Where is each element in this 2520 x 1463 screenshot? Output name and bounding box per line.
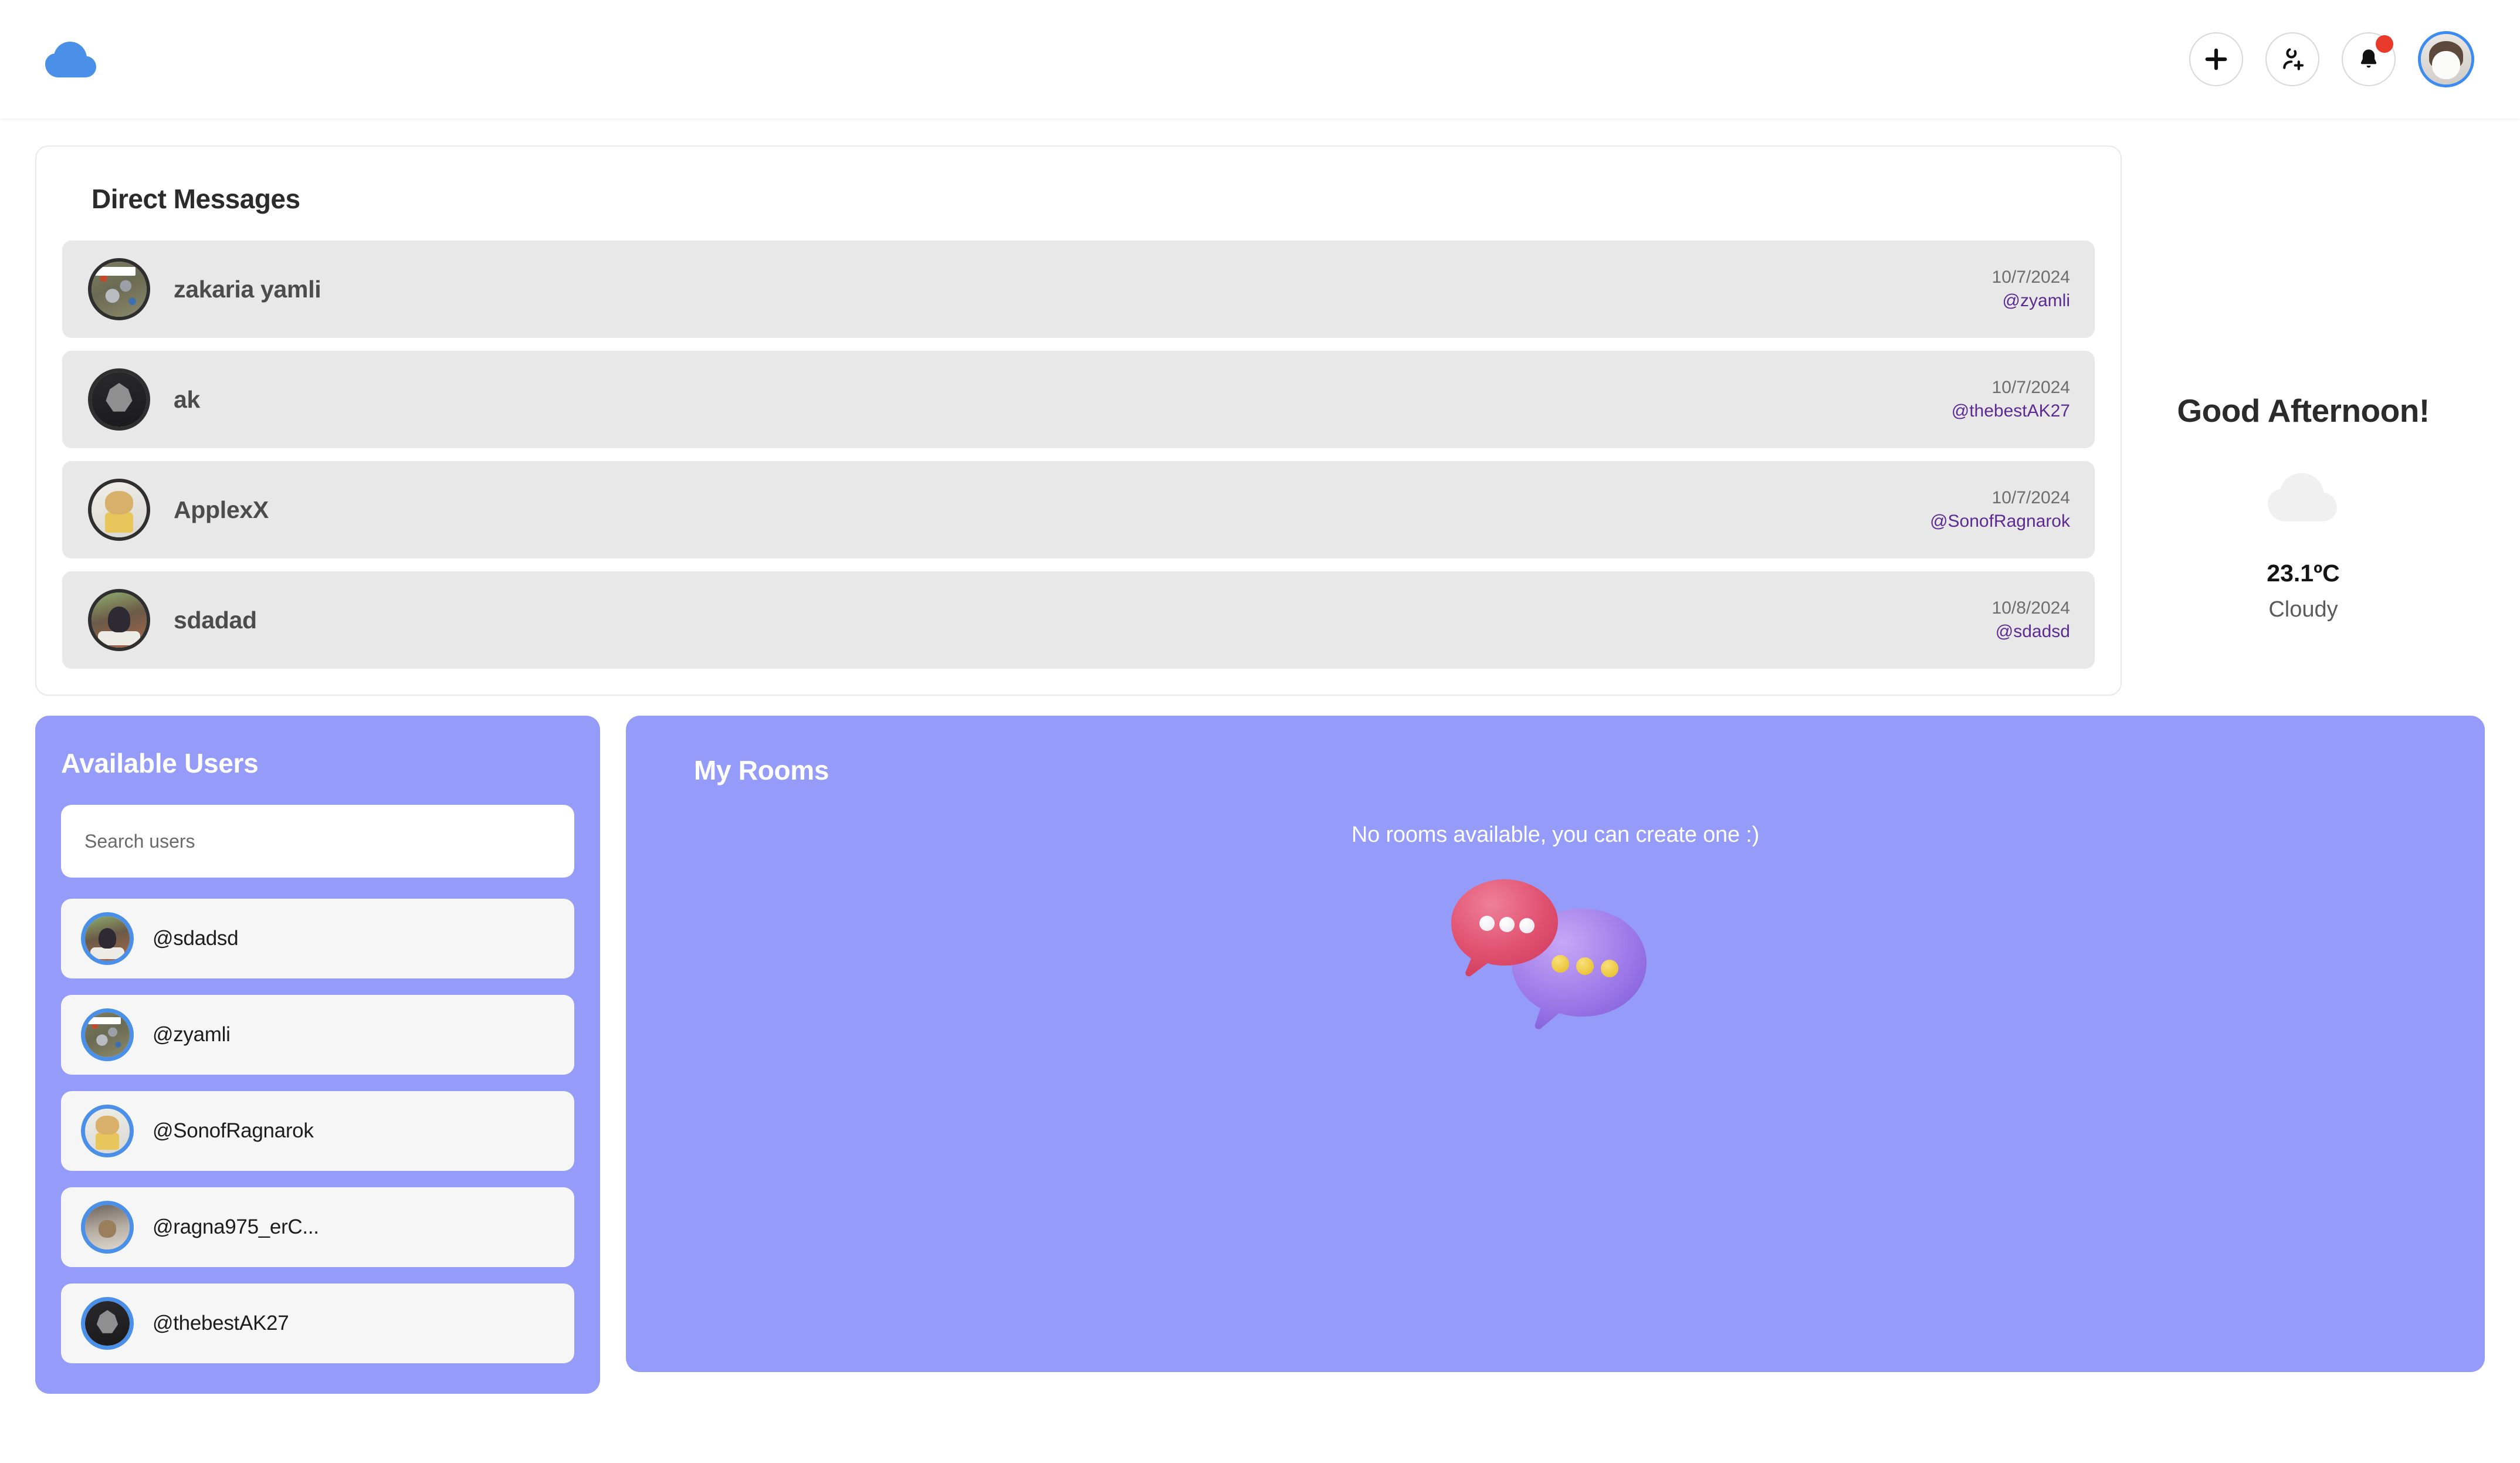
dm-meta: 10/7/2024 @zyamli xyxy=(1992,266,2070,312)
add-button[interactable] xyxy=(2189,32,2243,86)
dm-name: sdadad xyxy=(174,606,257,634)
weather-widget: Good Afternoon! 23.1ºC Cloudy xyxy=(2122,145,2485,622)
empty-state-illustration-wrap xyxy=(661,869,2450,1062)
my-rooms-panel: My Rooms No rooms available, you can cre… xyxy=(626,716,2485,1372)
list-item[interactable]: @thebestAK27 xyxy=(61,1283,574,1363)
user-avatar xyxy=(81,1105,134,1157)
notifications-button[interactable] xyxy=(2342,32,2396,86)
user-handle: @zyamli xyxy=(153,1023,231,1046)
list-item[interactable]: @zyamli xyxy=(61,995,574,1075)
add-user-icon xyxy=(2283,48,2304,70)
dm-avatar xyxy=(88,479,150,541)
user-avatar xyxy=(81,1297,134,1350)
dm-handle: @zyamli xyxy=(2002,291,2070,310)
user-handle: @ragna975_erC... xyxy=(153,1215,319,1238)
user-avatar xyxy=(81,912,134,965)
dm-name: ApplexX xyxy=(174,496,269,523)
plus-icon xyxy=(2205,48,2227,70)
notification-badge xyxy=(2376,35,2393,53)
user-handle: @SonofRagnarok xyxy=(153,1119,314,1142)
dm-avatar xyxy=(88,368,150,431)
cloud-logo-icon xyxy=(45,42,96,77)
user-avatar xyxy=(81,1008,134,1061)
top-section: Direct Messages zakaria yamli 10/7/2024 … xyxy=(0,118,2520,696)
list-item[interactable]: @SonofRagnarok xyxy=(61,1091,574,1171)
available-users-title: Available Users xyxy=(61,748,259,778)
dm-avatar xyxy=(88,589,150,651)
table-row[interactable]: ak 10/7/2024 @thebestAK27 xyxy=(62,351,2095,448)
cloud-icon xyxy=(2267,473,2337,521)
dm-meta: 10/7/2024 @thebestAK27 xyxy=(1952,376,2070,422)
temperature-value: 23.1ºC xyxy=(2267,560,2340,587)
dm-name: zakaria yamli xyxy=(174,275,321,303)
dm-name: ak xyxy=(174,385,201,413)
dm-handle: @thebestAK27 xyxy=(1951,401,2070,421)
direct-messages-card: Direct Messages zakaria yamli 10/7/2024 … xyxy=(35,145,2122,696)
dm-date: 10/7/2024 xyxy=(1991,378,2070,398)
page-title: Direct Messages xyxy=(92,184,300,214)
dm-date: 10/7/2024 xyxy=(1991,488,2070,508)
dm-avatar xyxy=(88,258,150,320)
available-users-panel: Available Users @sdadsd @zyamli @SonofRa… xyxy=(35,716,600,1394)
list-item[interactable]: @ragna975_erC... xyxy=(61,1187,574,1267)
app-header xyxy=(0,0,2520,118)
dm-date: 10/7/2024 xyxy=(1991,267,2070,287)
user-avatar xyxy=(81,1201,134,1254)
search-input[interactable] xyxy=(61,805,574,878)
bell-icon xyxy=(2360,49,2377,68)
header-actions xyxy=(2189,31,2485,87)
user-handle: @thebestAK27 xyxy=(153,1312,289,1335)
avatar[interactable] xyxy=(2418,31,2474,87)
dm-handle: @SonofRagnarok xyxy=(1930,512,2070,531)
greeting-text: Good Afternoon! xyxy=(2177,392,2430,429)
table-row[interactable]: ApplexX 10/7/2024 @SonofRagnarok xyxy=(62,461,2095,558)
speech-bubbles-icon xyxy=(1451,879,1647,1029)
table-row[interactable]: sdadad 10/8/2024 @sdadsd xyxy=(62,571,2095,669)
my-rooms-title: My Rooms xyxy=(694,755,829,785)
weather-condition: Cloudy xyxy=(2268,597,2338,622)
dm-handle: @sdadsd xyxy=(1995,622,2070,641)
table-row[interactable]: zakaria yamli 10/7/2024 @zyamli xyxy=(62,241,2095,338)
page-body: Direct Messages zakaria yamli 10/7/2024 … xyxy=(0,118,2520,1394)
dm-meta: 10/7/2024 @SonofRagnarok xyxy=(1930,486,2070,533)
user-handle: @sdadsd xyxy=(153,927,239,950)
logo[interactable] xyxy=(35,40,100,79)
avatar-image xyxy=(2421,34,2471,84)
empty-state-text: No rooms available, you can create one :… xyxy=(1351,822,1760,847)
bottom-section: Available Users @sdadsd @zyamli @SonofRa… xyxy=(0,696,2520,1394)
dm-date: 10/8/2024 xyxy=(1991,598,2070,618)
add-user-button[interactable] xyxy=(2265,32,2319,86)
list-item[interactable]: @sdadsd xyxy=(61,899,574,978)
dm-meta: 10/8/2024 @sdadsd xyxy=(1992,597,2070,643)
